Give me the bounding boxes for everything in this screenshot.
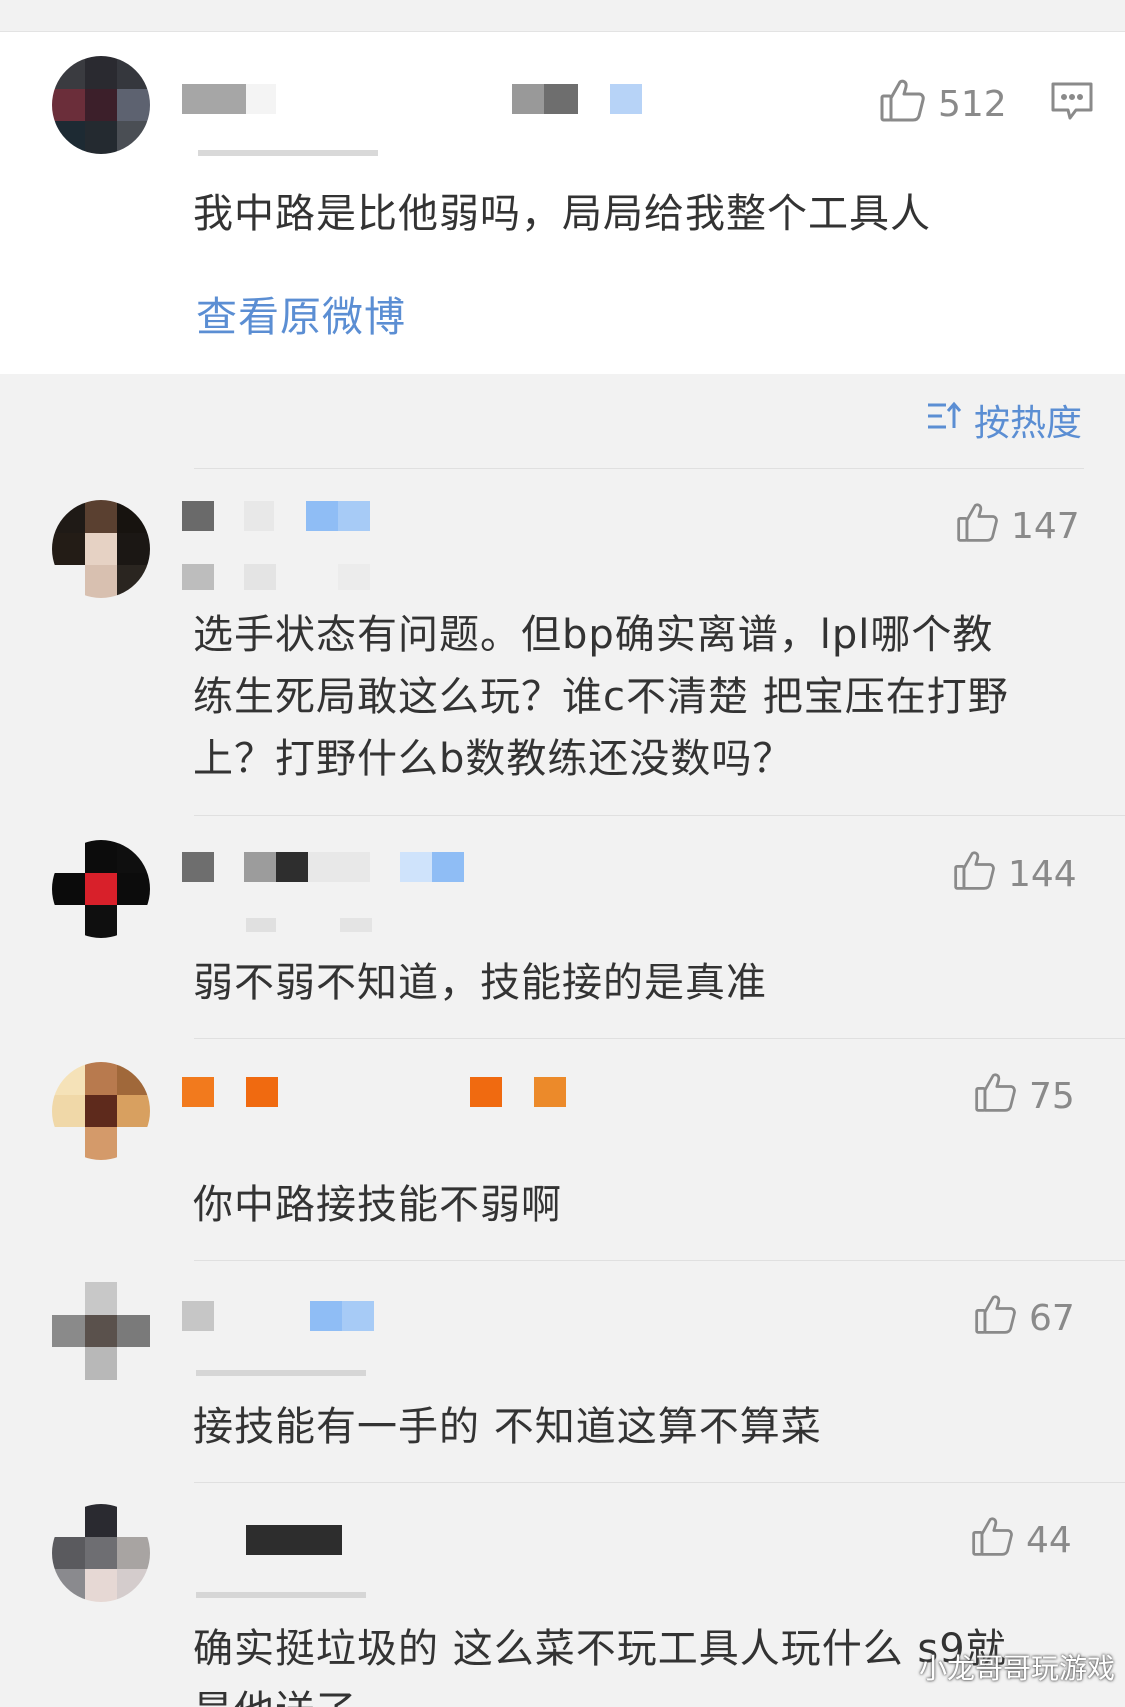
comment-text-line: 练生死局敢这么玩？谁c不清楚 把宝压在打野 xyxy=(193,674,1009,720)
comment-text-line: 上？打野什么b数教练还没数吗？ xyxy=(193,736,794,782)
comment-like-count: 44 xyxy=(1026,1520,1072,1561)
comment-like-count: 147 xyxy=(1011,506,1080,547)
view-original-post-link[interactable]: 查看原微博 xyxy=(196,283,406,343)
comment-time-censored xyxy=(246,918,372,932)
commenter-name-censored[interactable] xyxy=(246,1525,342,1555)
thumbs-up-icon xyxy=(973,1070,1017,1123)
watermark: 小龙哥哥玩游戏 xyxy=(918,1652,1115,1685)
post-content: 我中路是比他弱吗，局局给我整个工具人 xyxy=(193,191,931,237)
comment-bubble-icon[interactable] xyxy=(1050,80,1094,126)
comment-like-count: 144 xyxy=(1008,854,1077,895)
sort-divider xyxy=(194,468,1084,469)
comment-like-count: 75 xyxy=(1029,1076,1075,1117)
comment-text-line: 是他送了 xyxy=(193,1680,357,1707)
top-strip xyxy=(0,0,1125,32)
sort-lines-icon xyxy=(926,400,962,441)
thumbs-up-icon xyxy=(970,1514,1014,1567)
comment-text-line: 选手状态有问题。但bp确实离谱，lpl哪个教 xyxy=(193,612,994,658)
comment-text-line: 接技能有一手的 不知道这算不算菜 xyxy=(193,1404,822,1450)
original-post-card: 512 我中路是比他弱吗，局局给我整个工具人 查看原微博 xyxy=(0,32,1125,374)
post-author-avatar[interactable] xyxy=(52,56,150,154)
comment-time-censored xyxy=(196,1370,366,1376)
comment-time-censored xyxy=(196,1592,366,1598)
thumbs-up-icon xyxy=(952,848,996,901)
comment-time-censored xyxy=(182,564,370,590)
post-like-count: 512 xyxy=(938,84,1007,125)
commenter-avatar[interactable] xyxy=(52,500,150,598)
comment-divider xyxy=(194,1038,1125,1039)
post-author-name-censored[interactable] xyxy=(182,84,642,114)
sort-by-hot-button[interactable]: 按热度 xyxy=(926,394,1082,446)
post-like-button[interactable]: 512 xyxy=(878,76,1007,133)
comment-text-line: 你中路接技能不弱啊 xyxy=(193,1182,562,1228)
comment-like-button[interactable]: 144 xyxy=(952,848,1077,901)
comment-divider xyxy=(194,1482,1125,1483)
sort-label: 按热度 xyxy=(973,403,1082,444)
comment-like-button[interactable]: 75 xyxy=(973,1070,1075,1123)
comment-divider xyxy=(194,815,1125,816)
commenter-name-censored[interactable] xyxy=(182,501,370,531)
post-time-censored xyxy=(198,150,378,156)
thumbs-up-icon xyxy=(955,500,999,553)
commenter-avatar[interactable] xyxy=(52,1504,150,1602)
commenter-name-censored[interactable] xyxy=(182,1077,566,1107)
commenter-avatar[interactable] xyxy=(52,840,150,938)
comment-like-button[interactable]: 67 xyxy=(973,1292,1075,1345)
thumbs-up-icon xyxy=(878,76,926,133)
commenter-avatar[interactable] xyxy=(52,1062,150,1160)
comment-text-line: 确实挺垃圾的 这么菜不玩工具人玩什么 s9就 xyxy=(193,1626,1007,1672)
commenter-name-censored[interactable] xyxy=(182,1301,374,1331)
comment-text-line: 弱不弱不知道，技能接的是真准 xyxy=(193,960,767,1006)
comment-like-button[interactable]: 147 xyxy=(955,500,1080,553)
thumbs-up-icon xyxy=(973,1292,1017,1345)
comment-divider xyxy=(194,1260,1125,1261)
comment-like-count: 67 xyxy=(1029,1298,1075,1339)
commenter-avatar[interactable] xyxy=(52,1282,150,1380)
commenter-name-censored[interactable] xyxy=(182,852,464,882)
comment-like-button[interactable]: 44 xyxy=(970,1514,1072,1567)
